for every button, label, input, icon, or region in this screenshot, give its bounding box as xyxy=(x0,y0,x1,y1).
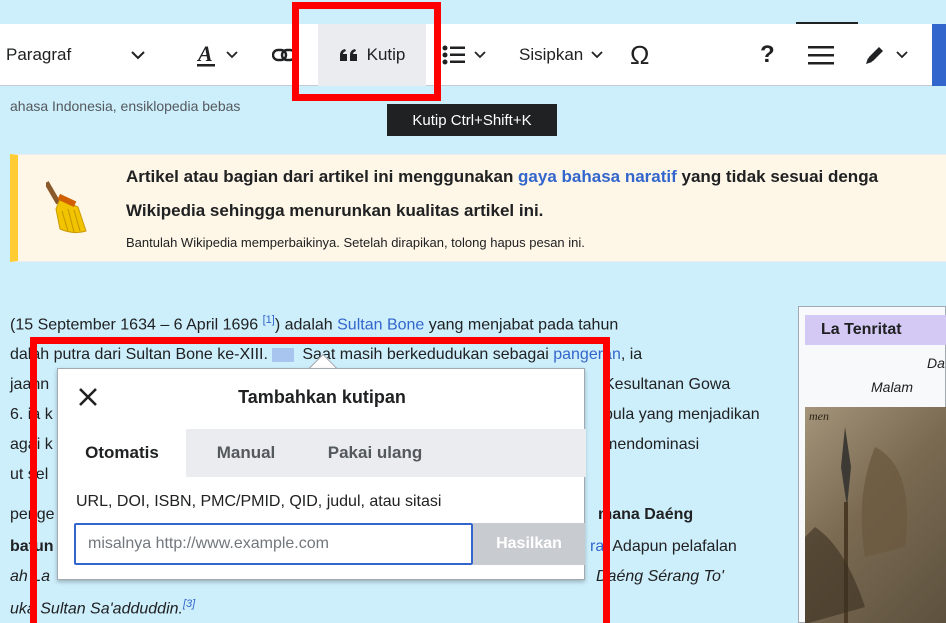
text-style-icon: A xyxy=(196,42,215,67)
omega-icon: Ω xyxy=(630,39,650,70)
article-text: yang menjabat pada tahun xyxy=(424,316,619,334)
portrait-image: men xyxy=(805,407,946,623)
article-text: , ia xyxy=(620,346,643,363)
article-text: . Adapun pelafalan xyxy=(604,538,737,555)
notice-text: yang tidak sesuai denga xyxy=(676,167,879,186)
chevron-down-icon xyxy=(591,51,603,59)
bulleted-list-icon xyxy=(442,45,465,65)
save-button[interactable] xyxy=(932,24,946,86)
article-line: (15 September 1634 – 6 April 1696 [1]) a… xyxy=(10,314,618,334)
article-text: pula yang menjadikan xyxy=(604,406,760,423)
svg-text:A: A xyxy=(196,42,213,66)
special-character-button[interactable]: Ω xyxy=(630,24,660,86)
chevron-down-icon xyxy=(474,51,486,59)
broom-icon xyxy=(46,181,87,234)
toolbar-divider xyxy=(796,22,858,24)
notice-line-2: Wikipedia sehingga menurunkan kualitas a… xyxy=(126,201,544,220)
chevron-down-icon xyxy=(226,51,238,59)
infobox-line: Malam xyxy=(871,379,914,395)
notice-text: Artikel atau bagian dari artikel ini men… xyxy=(126,167,519,186)
infobox-line: Da xyxy=(927,355,945,371)
insert-dropdown[interactable]: Sisipkan xyxy=(519,24,615,86)
top-banner xyxy=(0,0,946,24)
highlight-citation-dialog xyxy=(30,337,610,623)
cite-tooltip: Kutip Ctrl+Shift+K xyxy=(387,104,557,136)
article-text: mendominasi xyxy=(604,436,700,453)
help-button[interactable]: ? xyxy=(760,24,780,86)
article-text: mana Daéng xyxy=(598,506,694,523)
infobox-title: La Tenritat xyxy=(805,315,946,345)
edit-mode-dropdown[interactable] xyxy=(864,24,916,86)
page-subtitle: ahasa Indonesia, ensiklopedia bebas xyxy=(10,98,241,114)
paragraph-format-label: Paragraf xyxy=(6,45,72,64)
maintenance-notice: Artikel atau bagian dari artikel ini men… xyxy=(10,154,946,262)
notice-line-3: Bantulah Wikipedia memperbaikinya. Setel… xyxy=(126,235,585,250)
narrative-style-link[interactable]: gaya bahasa naratif xyxy=(518,167,677,186)
paragraph-format-dropdown[interactable]: Paragraf xyxy=(6,24,176,86)
infobox: La Tenritat Da Malam men xyxy=(798,306,946,623)
article-text: (15 September 1634 – 6 April 1696 xyxy=(10,316,263,334)
kesultanan-gowa-link[interactable]: Kesultanan Gowa xyxy=(604,376,730,394)
insert-label: Sisipkan xyxy=(519,45,584,64)
notice-line-1: Artikel atau bagian dari artikel ini men… xyxy=(126,167,878,187)
highlight-cite-button xyxy=(292,2,441,101)
spear-icon xyxy=(805,427,907,623)
article-text: ) adalah xyxy=(274,316,338,334)
page-options-button[interactable] xyxy=(808,24,838,86)
reference-link[interactable]: [1] xyxy=(263,314,275,326)
chevron-down-icon xyxy=(896,51,908,59)
list-dropdown[interactable] xyxy=(442,24,494,86)
chevron-down-icon xyxy=(131,51,145,60)
sultan-bone-link[interactable]: Sultan Bone xyxy=(337,316,424,333)
editor-toolbar: Paragraf A Kutip Sisipkan Ω ? xyxy=(0,22,946,86)
pencil-icon xyxy=(866,47,883,64)
article-text: Daéng Sérang To' xyxy=(596,568,724,585)
text-style-dropdown[interactable]: A xyxy=(196,24,252,86)
article-line: ra. Adapun pelafalan xyxy=(590,538,737,556)
hamburger-menu-icon xyxy=(808,46,834,65)
help-icon: ? xyxy=(760,41,775,68)
